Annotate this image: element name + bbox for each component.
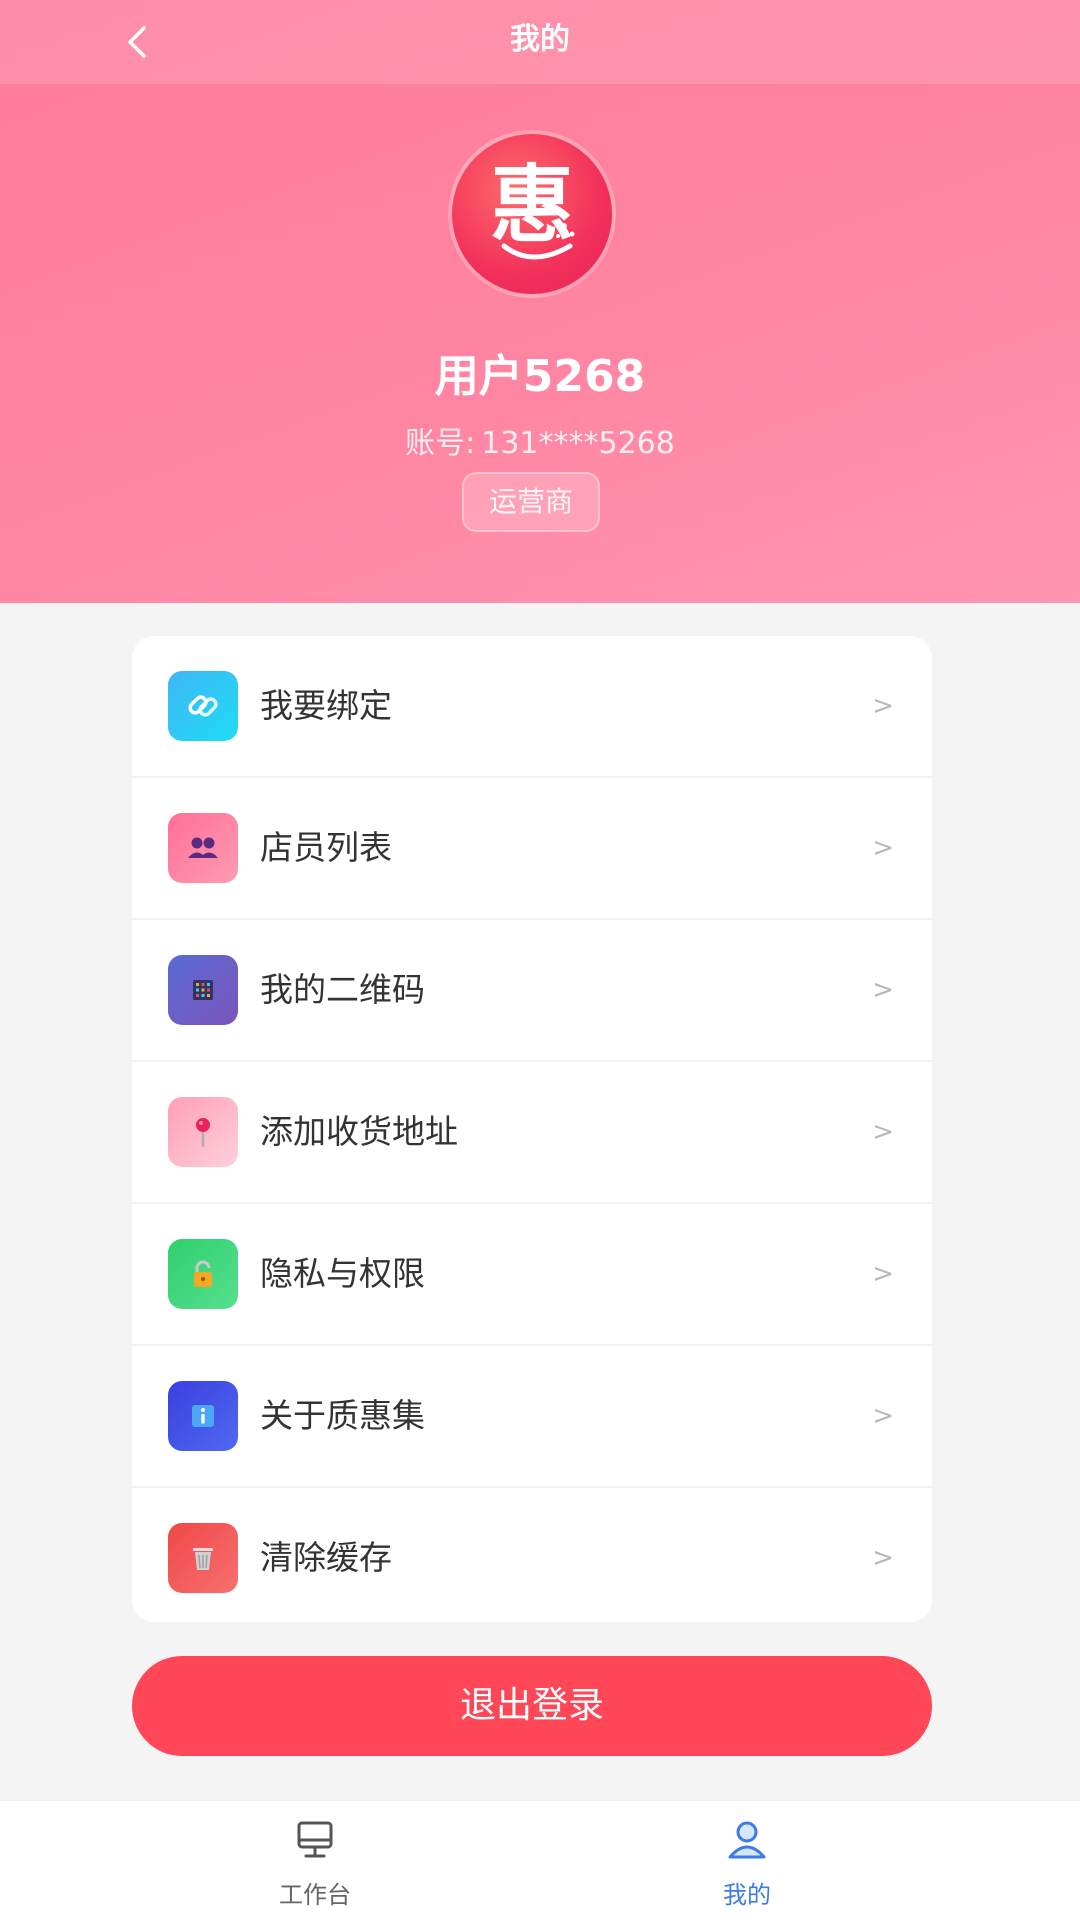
- link-icon: [168, 671, 238, 741]
- account-label: 账号:: [405, 426, 476, 461]
- menu-item-label: 添加收货地址: [260, 1112, 458, 1151]
- page-title: 我的: [510, 22, 570, 57]
- location-pin-icon: [168, 1097, 238, 1167]
- nav-bar: 我的: [0, 0, 1080, 84]
- account-value: 131****5268: [481, 426, 675, 461]
- logout-button[interactable]: 退出登录: [132, 1656, 932, 1756]
- menu-item-bind[interactable]: 我要绑定 >: [132, 636, 932, 778]
- menu-item-label: 隐私与权限: [260, 1254, 425, 1293]
- svg-text:惠: 惠: [490, 155, 574, 254]
- info-icon: [168, 1381, 238, 1451]
- account-info: 账号: 131****5268: [0, 418, 1080, 462]
- avatar[interactable]: 惠: [448, 130, 616, 298]
- chevron-right-icon: >: [872, 1117, 894, 1147]
- chevron-right-icon: >: [872, 1259, 894, 1289]
- username: 用户5268: [434, 351, 646, 402]
- tab-label: 我的: [723, 1881, 771, 1909]
- menu-item-label: 清除缓存: [260, 1538, 392, 1577]
- chevron-right-icon: >: [872, 1401, 894, 1431]
- menu-item-label: 关于质惠集: [260, 1396, 425, 1435]
- hui-logo-icon: 惠: [490, 155, 575, 260]
- user-icon: [722, 1815, 772, 1865]
- menu-item-label: 我的二维码: [260, 970, 425, 1009]
- role-badge: 运营商: [462, 472, 600, 532]
- monitor-icon: [290, 1815, 340, 1865]
- menu-item-label: 我要绑定: [260, 686, 392, 725]
- menu-card: 我要绑定 > 店员列表 > 我的二维码 > 添加收货地址 > 隐私与权限 > 关…: [132, 636, 932, 1622]
- menu-item-clear-cache[interactable]: 清除缓存 >: [132, 1488, 932, 1622]
- chevron-right-icon: >: [872, 975, 894, 1005]
- menu-item-label: 店员列表: [260, 828, 392, 867]
- chevron-right-icon: >: [872, 691, 894, 721]
- menu-item-add-address[interactable]: 添加收货地址 >: [132, 1062, 932, 1204]
- trash-icon: [168, 1523, 238, 1593]
- qrcode-icon: [168, 955, 238, 1025]
- tab-mine[interactable]: 我的: [477, 1801, 1017, 1921]
- bottom-tab-bar: 工作台 我的: [0, 1800, 1080, 1921]
- menu-item-staff-list[interactable]: 店员列表 >: [132, 778, 932, 920]
- menu-item-about[interactable]: 关于质惠集 >: [132, 1346, 932, 1488]
- menu-item-qrcode[interactable]: 我的二维码 >: [132, 920, 932, 1062]
- lock-icon: [168, 1239, 238, 1309]
- menu-item-privacy[interactable]: 隐私与权限 >: [132, 1204, 932, 1346]
- chevron-right-icon: >: [872, 1543, 894, 1573]
- chevron-right-icon: >: [872, 833, 894, 863]
- users-icon: [168, 813, 238, 883]
